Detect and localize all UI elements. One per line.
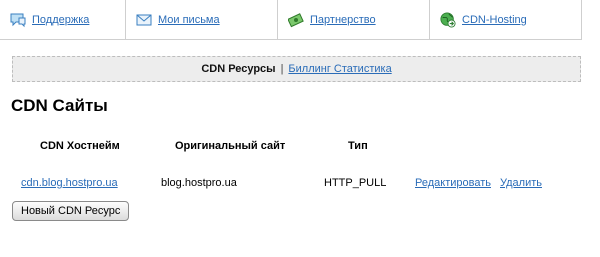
- money-icon: [288, 12, 304, 27]
- top-navigation: Поддержка Мои письма Партнерство CDN-Hos…: [0, 0, 582, 40]
- nav-cell-partnership: Партнерство: [278, 0, 430, 39]
- nav-label-cdn-hosting: CDN-Hosting: [462, 13, 527, 26]
- nav-label-partnership: Партнерство: [310, 13, 376, 26]
- row-origin: blog.hostpro.ua: [161, 177, 237, 189]
- nav-cell-support: Поддержка: [0, 0, 126, 39]
- header-origin-site: Оригинальный сайт: [175, 140, 286, 152]
- nav-label-mail: Мои письма: [158, 13, 220, 26]
- globe-icon: [440, 11, 456, 28]
- support-icon: [10, 13, 26, 27]
- nav-link-support[interactable]: Поддержка: [10, 12, 89, 28]
- nav-label-support: Поддержка: [32, 13, 90, 26]
- mail-icon: [136, 14, 152, 25]
- page-title: CDN Сайты: [11, 96, 108, 115]
- nav-link-cdn-hosting[interactable]: CDN-Hosting: [440, 11, 527, 28]
- row-hostname-link[interactable]: cdn.blog.hostpro.ua: [21, 177, 118, 189]
- nav-cell-cdn-hosting: CDN-Hosting: [430, 0, 582, 39]
- nav-link-partnership[interactable]: Партнерство: [288, 12, 376, 28]
- new-cdn-resource-button[interactable]: Новый CDN Ресурс: [12, 201, 130, 221]
- delete-link[interactable]: Удалить: [500, 177, 542, 189]
- nav-cell-mail: Мои письма: [126, 0, 278, 39]
- nav-link-mail[interactable]: Мои письма: [136, 12, 220, 28]
- header-type: Тип: [348, 140, 368, 152]
- header-cdn-hostname: CDN Хостнейм: [40, 140, 120, 152]
- row-type: HTTP_PULL: [324, 177, 387, 189]
- edit-link[interactable]: Редактировать: [415, 177, 491, 189]
- subnav-separator: |: [280, 63, 284, 75]
- sub-navigation: CDN Ресурсы | Биллинг Статистика: [12, 56, 581, 82]
- billing-statistics-link[interactable]: Биллинг Статистика: [288, 63, 391, 75]
- subnav-current: CDN Ресурсы: [201, 63, 276, 75]
